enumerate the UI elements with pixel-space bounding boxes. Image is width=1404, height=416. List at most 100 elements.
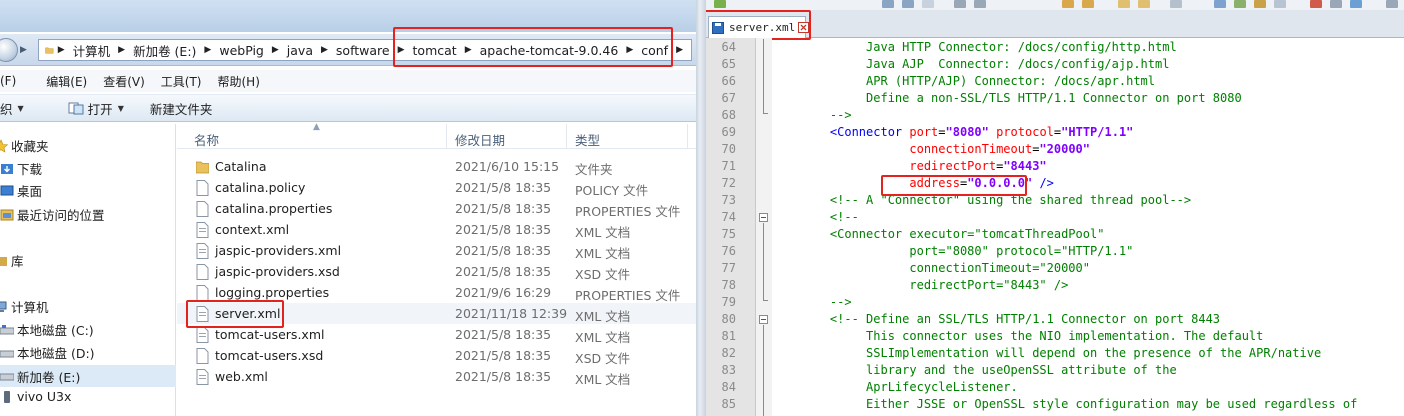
file-date: 2021/5/8 18:35 (455, 348, 552, 363)
line-number: 77 (721, 261, 736, 275)
file-row[interactable]: context.xml 2021/5/8 18:35 XML 文档 (177, 219, 696, 240)
column-header: ▲ 名称 修改日期 类型 (177, 122, 696, 149)
file-row[interactable]: server.xml 2021/11/18 12:39 XML 文档 (177, 303, 696, 324)
crumb-root-sep[interactable]: ▶ (58, 45, 73, 55)
crumb-java[interactable]: java ▶ (287, 43, 336, 58)
window-splitter[interactable] (696, 0, 706, 416)
explorer-titlebar (0, 0, 696, 32)
macro-play-icon[interactable] (1350, 0, 1362, 8)
menu-file[interactable]: (F) (0, 74, 16, 88)
replace-icon[interactable] (1082, 0, 1094, 8)
navigation-pane: 收藏夹 下载 桌面 最近访问的位置 库 计算机 本地磁盘 (C:) 本地磁盘 (… (0, 124, 176, 416)
code-line-84: AprLifecycleListener. (801, 380, 1018, 394)
macro-stop-icon[interactable] (1330, 0, 1342, 8)
file-row[interactable]: catalina.properties 2021/5/8 18:35 PROPERT… (177, 198, 696, 219)
xml-file-icon (196, 243, 209, 259)
sync-icon[interactable] (1170, 0, 1182, 8)
find-icon[interactable] (1062, 0, 1074, 8)
lang-icon[interactable] (1254, 0, 1266, 8)
new-file-icon[interactable] (714, 0, 726, 8)
file-date: 2021/11/18 12:39 (455, 306, 568, 321)
nav-drive-c[interactable]: 本地磁盘 (C:) (0, 320, 94, 339)
file-row[interactable]: jaspic-providers.xml 2021/5/8 18:35 XML 文档 (177, 240, 696, 261)
file-name: catalina.properties (215, 201, 333, 216)
fold-line (763, 39, 764, 113)
nav-favorites[interactable]: 收藏夹 (0, 136, 49, 155)
crumb-apache-tomcat[interactable]: apache-tomcat-9.0.46 ▶ (480, 43, 642, 58)
doc-map-icon[interactable] (1274, 0, 1286, 8)
forward-arrow-icon[interactable]: ▶ (20, 44, 32, 56)
indent-guide-icon[interactable] (1234, 0, 1246, 8)
crumb-conf[interactable]: conf ▶ (641, 43, 691, 58)
nav-computer[interactable]: 计算机 (0, 297, 49, 316)
nav-libraries[interactable]: 库 (0, 251, 24, 270)
line-number-gutter: 64 65 66 67 68 69 70 71 72 73 74 75 76 77 78 79 80 81 82 83… (706, 38, 756, 416)
address-field[interactable]: ▶ 计算机 ▶ 新加卷 (E:) ▶ webPig ▶ java ▶ software ▶… (38, 39, 692, 61)
fold-line (763, 223, 764, 300)
crumb-software[interactable]: software ▶ (336, 43, 413, 58)
line-number: 84 (721, 380, 736, 394)
menu-help[interactable]: 帮助(H) (218, 73, 260, 90)
column-type[interactable]: 类型 (575, 130, 600, 149)
column-name[interactable]: 名称 (194, 130, 219, 149)
code-line-76: port="8080" protocol="HTTP/1.1" (801, 244, 1134, 258)
new-folder-button[interactable]: 新建文件夹 (150, 99, 213, 118)
crumb-computer[interactable]: 计算机 ▶ (73, 41, 133, 60)
wordwrap-icon[interactable] (1214, 0, 1226, 8)
open-button[interactable]: 打开 ▼ (68, 99, 124, 118)
xml-file-icon (196, 306, 209, 322)
nav-drive-d[interactable]: 本地磁盘 (D:) (0, 343, 95, 362)
file-name: context.xml (215, 222, 290, 237)
line-number: 66 (721, 74, 736, 88)
file-type: XML 文档 (575, 330, 631, 345)
file-row[interactable]: tomcat-users.xsd 2021/5/8 18:35 XSD 文件 (177, 345, 696, 366)
file-date: 2021/5/8 18:35 (455, 243, 552, 258)
desktop-icon (0, 185, 14, 195)
line-number: 73 (721, 193, 736, 207)
menu-view[interactable]: 查看(V) (103, 73, 145, 90)
file-row[interactable]: catalina.policy 2021/5/8 18:35 POLICY 文件 (177, 177, 696, 198)
save-all-icon[interactable] (902, 0, 914, 8)
file-row[interactable]: logging.properties 2021/9/6 16:29 PROPERTI… (177, 282, 696, 303)
line-number: 68 (721, 108, 736, 122)
code-line-78: redirectPort="8443" /> (801, 278, 1069, 292)
line-number: 69 (721, 125, 736, 139)
code-line-72: address="0.0.0.0" /> (801, 176, 1054, 190)
fold-margin (756, 38, 772, 416)
file-row[interactable]: Catalina 2021/6/10 15:15 文件夹 (177, 156, 696, 177)
close-tab-icon[interactable] (798, 22, 810, 33)
file-row[interactable]: jaspic-providers.xsd 2021/5/8 18:35 XSD 文件 (177, 261, 696, 282)
star-icon (0, 138, 8, 153)
menu-tools[interactable]: 工具(T) (161, 73, 202, 90)
close-file-icon[interactable] (922, 0, 934, 8)
crumb-tomcat[interactable]: tomcat ▶ (413, 43, 480, 58)
nav-downloads[interactable]: 下载 (0, 159, 42, 178)
nav-drive-e[interactable]: 新加卷 (E:) (0, 365, 176, 387)
open-icon (68, 102, 84, 115)
organize-button[interactable]: 织 ▼ (0, 99, 24, 118)
back-button[interactable] (0, 38, 18, 62)
zoom-out-icon[interactable] (1138, 0, 1150, 8)
macro-save-icon[interactable] (1386, 0, 1398, 8)
undo-icon[interactable] (954, 0, 966, 8)
tab-server-xml[interactable]: server.xml (708, 16, 810, 38)
file-row[interactable]: web.xml 2021/5/8 18:35 XML 文档 (177, 366, 696, 387)
column-date[interactable]: 修改日期 (455, 130, 505, 149)
fold-toggle-icon[interactable] (759, 315, 768, 324)
save-icon[interactable] (882, 0, 894, 8)
line-number: 75 (721, 227, 736, 241)
fold-toggle-icon[interactable] (759, 213, 768, 222)
folder-icon (45, 47, 54, 54)
menu-edit[interactable]: 编辑(E) (46, 73, 87, 90)
crumb-drive-e[interactable]: 新加卷 (E:) ▶ (133, 41, 219, 60)
menu-bar: (F) 编辑(E) 查看(V) 工具(T) 帮助(H) (0, 70, 696, 92)
zoom-in-icon[interactable] (1118, 0, 1130, 8)
crumb-webpig[interactable]: webPig ▶ (219, 43, 286, 58)
redo-icon[interactable] (974, 0, 986, 8)
nav-recent[interactable]: 最近访问的位置 (0, 205, 105, 224)
macro-record-icon[interactable] (1310, 0, 1322, 8)
file-icon (196, 180, 209, 196)
file-row[interactable]: tomcat-users.xml 2021/5/8 18:35 XML 文档 (177, 324, 696, 345)
nav-desktop[interactable]: 桌面 (0, 181, 42, 200)
nav-device[interactable]: vivo U3x (0, 389, 71, 404)
